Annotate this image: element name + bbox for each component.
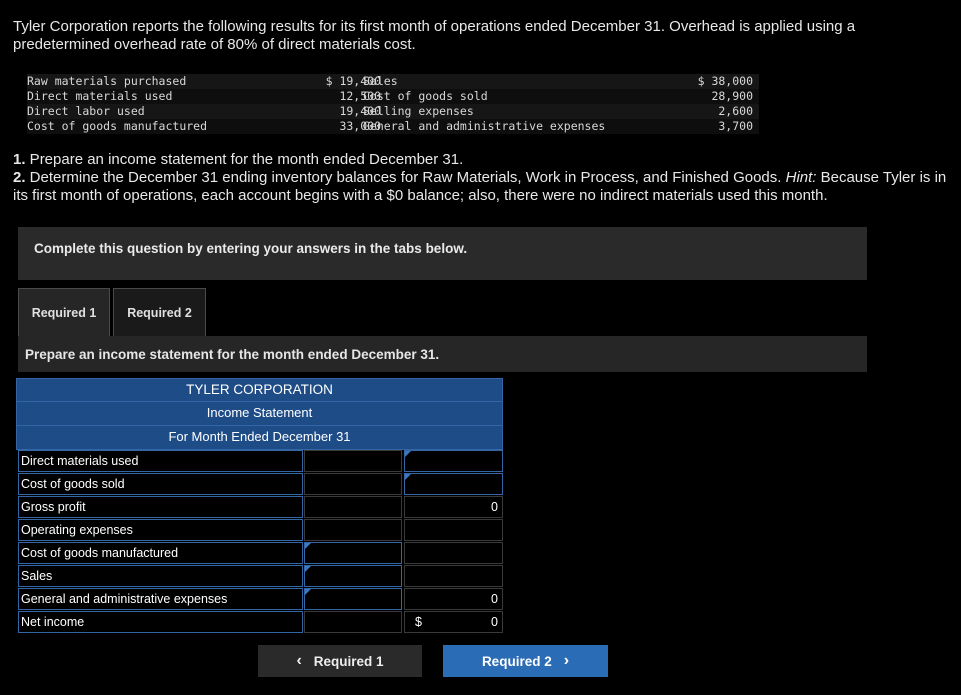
chevron-left-icon: ‹ — [296, 652, 302, 669]
data-label: Cost of goods sold — [363, 89, 488, 103]
statement-row: Direct materials used — [16, 450, 503, 473]
data-label: Selling expenses — [363, 104, 474, 118]
tab-required-1[interactable]: Required 1 — [18, 288, 110, 336]
data-row: Direct materials used 12,500 Cost of goo… — [27, 89, 759, 104]
instruction-number: 2. — [13, 169, 26, 186]
next-button-label: Required 2 — [481, 653, 552, 669]
net-income-total: $ 0 — [404, 611, 503, 633]
data-value: 28,900 — [711, 89, 753, 103]
data-label: Cost of goods manufactured — [27, 119, 208, 133]
statement-title: Income Statement — [16, 402, 503, 426]
amount-input[interactable] — [404, 473, 503, 495]
computed-total: 0 — [404, 588, 503, 610]
statement-row: Cost of goods sold — [16, 473, 503, 496]
statement-company: TYLER CORPORATION — [16, 378, 503, 402]
panel-prompt-text: Prepare an income statement for the mont… — [25, 347, 440, 362]
amount-input[interactable] — [304, 473, 402, 495]
amount-input[interactable] — [304, 542, 402, 564]
problem-intro: Tyler Corporation reports the following … — [13, 18, 856, 53]
data-label: Direct materials used — [27, 89, 173, 103]
amount-input[interactable] — [304, 496, 402, 518]
data-value: 3,700 — [718, 119, 753, 133]
statement-row: Gross profit 0 — [16, 496, 503, 519]
row-label-select[interactable]: Net income — [18, 611, 303, 633]
data-value: $ 38,000 — [697, 74, 753, 88]
row-label-select[interactable]: Gross profit — [18, 496, 303, 518]
amount-input[interactable] — [404, 542, 503, 564]
tab-required-2[interactable]: Required 2 — [113, 288, 206, 336]
statement-period: For Month Ended December 31 — [16, 426, 503, 450]
given-data-table: Raw materials purchased $ 19,400 Sales $… — [27, 74, 759, 134]
instruction-number: 1. — [13, 151, 26, 168]
panel-prompt: Prepare an income statement for the mont… — [18, 336, 867, 372]
data-label: General and administrative expenses — [363, 119, 606, 133]
amount-input[interactable] — [304, 588, 402, 610]
instruction-1: 1. Prepare an income statement for the m… — [13, 151, 958, 169]
data-row: Raw materials purchased $ 19,400 Sales $… — [27, 74, 759, 89]
instruction-text: Determine the December 31 ending invento… — [25, 169, 786, 186]
amount-input[interactable] — [304, 611, 402, 633]
dollar-sign: $ — [415, 615, 422, 629]
row-label-select[interactable]: Direct materials used — [18, 450, 303, 472]
instruction-2: 2. Determine the December 31 ending inve… — [13, 169, 958, 205]
income-statement-form: TYLER CORPORATION Income Statement For M… — [16, 378, 503, 634]
data-row: Direct labor used 19,400 Selling expense… — [27, 104, 759, 119]
statement-row: General and administrative expenses 0 — [16, 588, 503, 611]
row-label-select[interactable]: Cost of goods sold — [18, 473, 303, 495]
banner-text: Complete this question by entering your … — [34, 241, 468, 256]
computed-total: 0 — [404, 496, 503, 518]
data-value: 2,600 — [718, 104, 753, 118]
statement-row: Operating expenses — [16, 519, 503, 542]
data-label: Direct labor used — [27, 104, 145, 118]
data-row: Cost of goods manufactured 33,000 Genera… — [27, 119, 759, 134]
prev-required-1-button[interactable]: ‹ Required 1 — [258, 645, 422, 677]
data-label: Sales — [363, 74, 398, 88]
chevron-right-icon: › — [563, 652, 570, 669]
amount-input[interactable] — [304, 519, 402, 541]
amount-input[interactable] — [404, 565, 503, 587]
row-label-select[interactable]: Operating expenses — [18, 519, 303, 541]
next-required-2-button[interactable]: Required 2 › — [443, 645, 608, 677]
hint-label: Hint: — [785, 169, 817, 186]
statement-row: Net income $ 0 — [16, 611, 503, 634]
prev-button-label: Required 1 — [313, 653, 384, 669]
row-label-select[interactable]: Cost of goods manufactured — [18, 542, 303, 564]
instructions: 1. Prepare an income statement for the m… — [13, 151, 958, 205]
data-label: Raw materials purchased — [27, 74, 187, 88]
complete-banner: Complete this question by entering your … — [18, 227, 867, 280]
amount-input[interactable] — [304, 450, 402, 472]
statement-row: Cost of goods manufactured — [16, 542, 503, 565]
amount-input[interactable] — [404, 450, 503, 472]
instruction-text: Prepare an income statement for the mont… — [25, 151, 464, 168]
amount-input[interactable] — [304, 565, 402, 587]
statement-row: Sales — [16, 565, 503, 588]
row-label-select[interactable]: Sales — [18, 565, 303, 587]
net-income-value: 0 — [491, 615, 498, 629]
amount-input[interactable] — [404, 519, 503, 541]
row-label-select[interactable]: General and administrative expenses — [18, 588, 303, 610]
